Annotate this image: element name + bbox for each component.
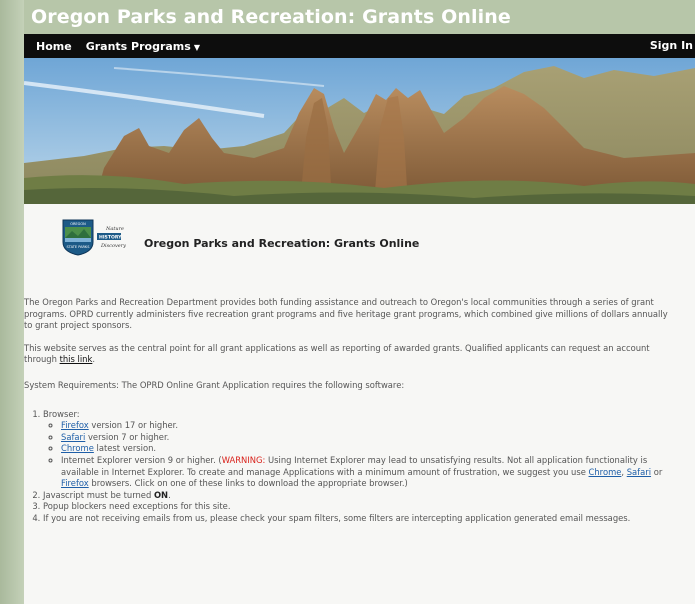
browser-list: Firefox version 17 or higher. Safari ver… — [43, 420, 674, 490]
navbar: Home Grants Programs ▼ Sign In — [24, 34, 695, 58]
page-heading: Oregon Parks and Recreation: Grants Onli… — [144, 237, 420, 250]
browser-ie: Internet Explorer version 9 or higher. (… — [61, 455, 674, 490]
ie-firefox-link[interactable]: Firefox — [61, 478, 89, 488]
chrome-link[interactable]: Chrome — [61, 443, 94, 453]
ie-text-end: browsers. Click on one of these links to… — [88, 478, 408, 489]
requirement-javascript: Javascript must be turned ON. — [43, 490, 674, 502]
intro-paragraph: The Oregon Parks and Recreation Departme… — [24, 297, 668, 331]
logo-line-nature: Nature — [105, 226, 124, 232]
nav-home[interactable]: Home — [36, 40, 72, 53]
chrome-text: latest version. — [93, 443, 157, 454]
ie-text: Internet Explorer version 9 or higher. ( — [61, 454, 222, 465]
javascript-text-end: . — [168, 489, 171, 500]
nav-sign-in[interactable]: Sign In — [650, 34, 693, 58]
nav-grants-programs-label: Grants Programs — [85, 39, 191, 53]
firefox-link[interactable]: Firefox — [61, 420, 89, 430]
main-content: The Oregon Parks and Recreation Departme… — [24, 297, 674, 525]
ie-safari-link[interactable]: Safari — [627, 467, 651, 477]
account-text-end: . — [92, 354, 96, 365]
account-paragraph: This website serves as the central point… — [24, 343, 674, 366]
requirement-email: If you are not receiving emails from us,… — [43, 513, 674, 525]
account-text: This website serves as the central point… — [24, 342, 650, 365]
browser-safari: Safari version 7 or higher. — [61, 432, 674, 444]
logo-seal-top: OREGON — [70, 222, 86, 226]
logo-seal-bottom: STATE PARKS — [67, 245, 91, 249]
caret-down-icon: ▼ — [193, 42, 200, 52]
ie-or: or — [651, 466, 663, 477]
window-frame — [0, 0, 24, 604]
logo-line-discovery: Discovery — [100, 243, 126, 249]
firefox-text: version 17 or higher. — [88, 420, 179, 431]
browser-firefox: Firefox version 17 or higher. — [61, 420, 674, 432]
browser-chrome: Chrome latest version. — [61, 443, 674, 455]
oregon-state-parks-logo: OREGON STATE PARKS Nature HISTORY Discov… — [62, 219, 126, 256]
ie-warning: WARNING: — [221, 454, 266, 465]
browser-label: Browser: — [43, 408, 80, 419]
requirements-list: Browser: Firefox version 17 or higher. S… — [24, 409, 674, 525]
requirement-popup: Popup blockers need exceptions for this … — [43, 501, 674, 513]
hero-landscape-image — [24, 58, 695, 204]
account-request-link[interactable]: this link — [60, 354, 93, 364]
system-requirements-intro: System Requirements: The OPRD Online Gra… — [24, 379, 405, 390]
nav-grants-programs[interactable]: Grants Programs ▼ — [86, 40, 200, 53]
requirement-browser: Browser: Firefox version 17 or higher. S… — [43, 409, 674, 490]
logo-row: OREGON STATE PARKS Nature HISTORY Discov… — [24, 204, 695, 260]
ie-chrome-link[interactable]: Chrome — [589, 467, 622, 477]
app-title: Oregon Parks and Recreation: Grants Onli… — [24, 0, 695, 34]
logo-line-history: HISTORY — [99, 235, 122, 241]
javascript-on: ON — [153, 489, 169, 500]
safari-text: version 7 or higher. — [85, 431, 170, 442]
javascript-text: Javascript must be turned — [43, 489, 154, 500]
safari-link[interactable]: Safari — [61, 432, 85, 442]
